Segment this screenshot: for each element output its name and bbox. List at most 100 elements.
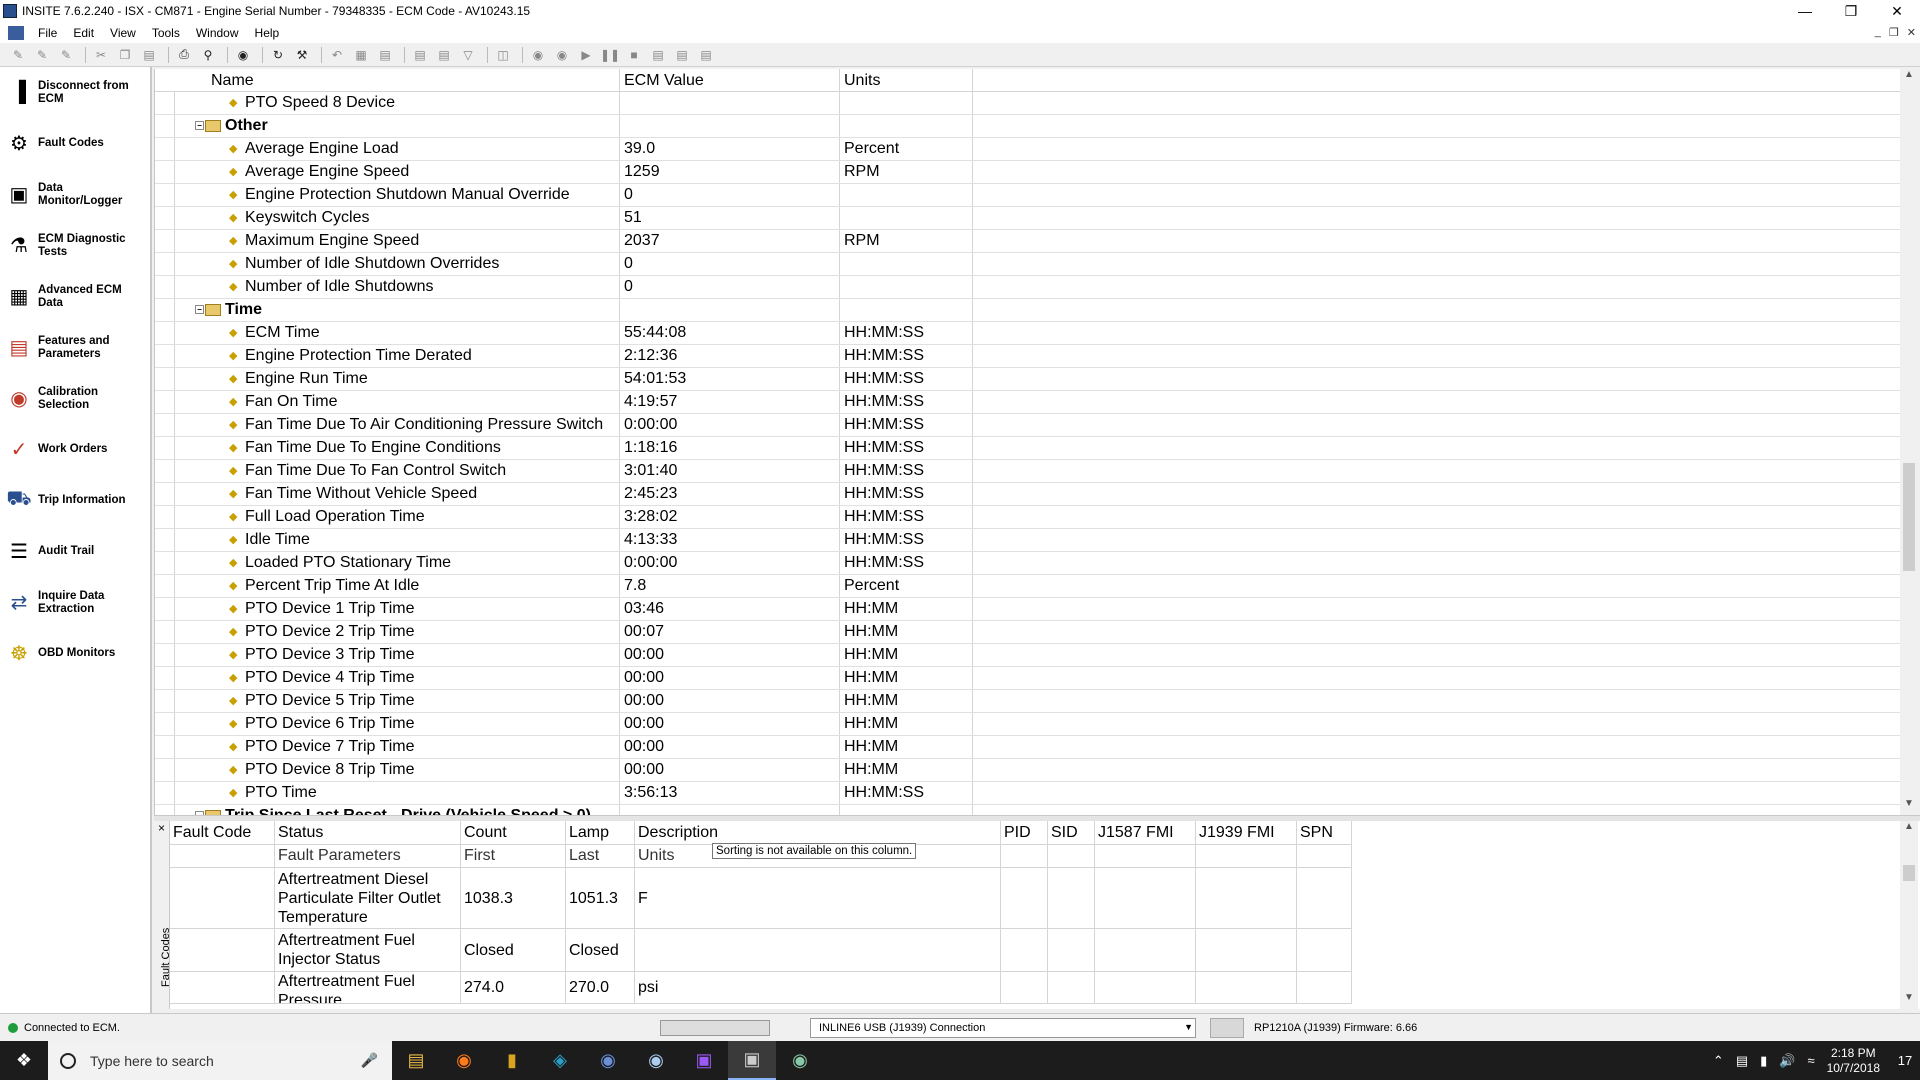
sidebar-item-diagnostic-tests[interactable]: ⚗ ECM Diagnostic Tests [0, 220, 150, 271]
fault-subcol-last[interactable]: Last [566, 845, 635, 867]
fault-col-description[interactable]: Description [635, 821, 1001, 844]
parameter-row[interactable]: ◆ PTO Device 8 Trip Time 00:00 HH:MM [155, 759, 1900, 782]
parameter-row[interactable]: ◆ PTO Device 5 Trip Time 00:00 HH:MM [155, 690, 1900, 713]
app-icon[interactable]: ▮ [488, 1041, 536, 1080]
menu-view[interactable]: View [102, 26, 144, 40]
sidebar-item-fault-codes[interactable]: ⚙ Fault Codes [0, 118, 150, 169]
scroll-up-icon[interactable]: ▲ [1900, 69, 1918, 86]
fault-subcol-first[interactable]: First [461, 845, 566, 867]
scroll-thumb[interactable] [1903, 463, 1915, 571]
microphone-icon[interactable]: 🎤 [361, 1052, 378, 1069]
insite-taskbar-icon[interactable]: ▣ [728, 1041, 776, 1080]
fault-param-row[interactable]: Aftertreatment Diesel Particulate Filter… [170, 868, 1352, 929]
firefox-icon[interactable]: ◉ [440, 1041, 488, 1080]
copy-icon[interactable]: ❐ [115, 46, 135, 64]
parameter-row[interactable]: ◆ Keyswitch Cycles 51 [155, 207, 1900, 230]
parameter-row[interactable]: ◆ PTO Device 4 Trip Time 00:00 HH:MM [155, 667, 1900, 690]
sidebar-item-trip-information[interactable]: ⛟ Trip Information [0, 475, 150, 526]
layout-icon[interactable]: ◫ [493, 46, 513, 64]
parameter-row[interactable]: ◆ Fan On Time 4:19:57 HH:MM:SS [155, 391, 1900, 414]
parameter-row[interactable]: ◆ Engine Protection Shutdown Manual Overr… [155, 184, 1900, 207]
adapter-select[interactable]: INLINE6 USB (J1939) Connection ▼ [810, 1017, 1196, 1038]
chevron-down-icon[interactable]: ▼ [1184, 1022, 1193, 1032]
system-menu-icon[interactable] [8, 25, 24, 40]
fault-col-spn[interactable]: SPN [1297, 821, 1352, 844]
parameter-row[interactable]: ◆ ECM Time 55:44:08 HH:MM:SS [155, 322, 1900, 345]
mdi-restore-button[interactable]: ❐ [1889, 26, 1899, 39]
log-icon[interactable]: ▤ [648, 46, 668, 64]
group-row[interactable]: − Other [155, 115, 1900, 138]
collapse-icon[interactable]: − [195, 121, 204, 131]
parameter-row[interactable]: ◆ Number of Idle Shutdown Overrides 0 [155, 253, 1900, 276]
fault-scrollbar[interactable]: ▲ ▼ [1900, 821, 1918, 1009]
paste-icon[interactable]: ▤ [139, 46, 159, 64]
app-icon[interactable]: ◉ [584, 1041, 632, 1080]
fault-col-pid[interactable]: PID [1001, 821, 1048, 844]
fault-col-j1939-fmi[interactable]: J1939 FMI [1196, 821, 1297, 844]
mdi-close-button[interactable]: ✕ [1907, 26, 1916, 39]
save-to-icon[interactable]: ▦ [351, 46, 371, 64]
record-icon[interactable]: ◉ [528, 46, 548, 64]
filter-icon[interactable]: ▽ [458, 46, 478, 64]
parameter-row[interactable]: ◆ Average Engine Speed 1259 RPM [155, 161, 1900, 184]
parameter-row[interactable]: ◆ Percent Trip Time At Idle 7.8 Percent [155, 575, 1900, 598]
fault-col-lamp[interactable]: Lamp [566, 821, 635, 844]
sidebar-item-features-parameters[interactable]: ▤ Features and Parameters [0, 322, 150, 373]
parameter-row[interactable]: ◆ Idle Time 4:13:33 HH:MM:SS [155, 529, 1900, 552]
menu-tools[interactable]: Tools [144, 26, 188, 40]
fault-param-row[interactable]: Aftertreatment Fuel Pressure 274.0 270.0… [170, 972, 1352, 1004]
back-icon[interactable]: ↶ [327, 46, 347, 64]
power-icon[interactable]: ▮ [1760, 1053, 1767, 1069]
save-icon[interactable]: ✎ [56, 46, 76, 64]
parameter-row[interactable]: ◆ Engine Run Time 54:01:53 HH:MM:SS [155, 368, 1900, 391]
menu-edit[interactable]: Edit [65, 26, 102, 40]
sidebar-item-disconnect[interactable]: ▐ Disconnect from ECM [0, 67, 150, 118]
menu-help[interactable]: Help [247, 26, 288, 40]
stop-icon[interactable]: ■ [624, 46, 644, 64]
group-row[interactable]: −Trip Since Last Reset - Drive (Vehicle … [155, 805, 1900, 815]
sidebar-item-obd-monitors[interactable]: ☸ OBD Monitors [0, 628, 150, 679]
parameter-row[interactable]: ◆ PTO Device 6 Trip Time 00:00 HH:MM [155, 713, 1900, 736]
sidebar-item-work-orders[interactable]: ✓ Work Orders [0, 424, 150, 475]
menu-window[interactable]: Window [188, 26, 247, 40]
app-icon[interactable]: ◉ [776, 1041, 824, 1080]
network-adapter-icon[interactable]: ▤ [1736, 1053, 1748, 1069]
pause-icon[interactable]: ❚❚ [600, 46, 620, 64]
taskbar-search[interactable]: Type here to search 🎤 [48, 1041, 392, 1080]
parameter-row[interactable]: ◆ Average Engine Load 39.0 Percent [155, 138, 1900, 161]
close-panel-button[interactable]: × [154, 821, 169, 835]
steam-icon[interactable]: ◉ [632, 1041, 680, 1080]
scroll-thumb[interactable] [1903, 865, 1915, 881]
collapse-icon[interactable]: − [195, 305, 204, 315]
clock[interactable]: 2:18 PM 10/7/2018 [1827, 1046, 1880, 1076]
parameter-row[interactable]: ◆ Number of Idle Shutdowns 0 [155, 276, 1900, 299]
parameter-row[interactable]: ◆ PTO Device 2 Trip Time 00:07 HH:MM [155, 621, 1900, 644]
parameter-row[interactable]: ◆ Maximum Engine Speed 2037 RPM [155, 230, 1900, 253]
notification-badge[interactable]: 17 [1890, 1053, 1920, 1068]
new-icon[interactable]: ✎ [8, 46, 28, 64]
fault-col-count[interactable]: Count [461, 821, 566, 844]
parameter-row[interactable]: ◆ PTO Device 1 Trip Time 03:46 HH:MM [155, 598, 1900, 621]
cut-icon[interactable]: ✂ [91, 46, 111, 64]
parameter-row[interactable]: ◆ Fan Time Due To Air Conditioning Pressu… [155, 414, 1900, 437]
minimize-button[interactable]: — [1782, 0, 1828, 22]
import-icon[interactable]: ▤ [434, 46, 454, 64]
parameter-row[interactable]: ◆ PTO Device 3 Trip Time 00:00 HH:MM [155, 644, 1900, 667]
sidebar-item-data-monitor[interactable]: ▣ Data Monitor/Logger [0, 169, 150, 220]
parameter-row[interactable]: ◆ Fan Time Without Vehicle Speed 2:45:23 HH… [155, 483, 1900, 506]
parameter-row[interactable]: ◆ PTO Time 3:56:13 HH:MM:SS [155, 782, 1900, 805]
tools-icon[interactable]: ⚒ [292, 46, 312, 64]
sidebar-item-calibration[interactable]: ◉ Calibration Selection [0, 373, 150, 424]
fault-col-status[interactable]: Status [275, 821, 461, 844]
print-icon[interactable]: ⎙ [174, 46, 194, 64]
group-row[interactable]: − Time [155, 299, 1900, 322]
parameter-row[interactable]: ◆ Fan Time Due To Fan Control Switch 3:01:… [155, 460, 1900, 483]
chevron-up-icon[interactable]: ⌃ [1713, 1053, 1724, 1069]
fault-col-j1587-fmi[interactable]: J1587 FMI [1095, 821, 1196, 844]
log-view-icon[interactable]: ▤ [696, 46, 716, 64]
grid-scrollbar[interactable]: ▲ ▼ [1900, 69, 1918, 815]
volume-icon[interactable]: 🔊 [1779, 1053, 1795, 1069]
windows-start-icon[interactable]: ❖ [0, 1041, 48, 1080]
export-icon[interactable]: ▤ [410, 46, 430, 64]
maximize-button[interactable]: ❐ [1828, 0, 1874, 22]
